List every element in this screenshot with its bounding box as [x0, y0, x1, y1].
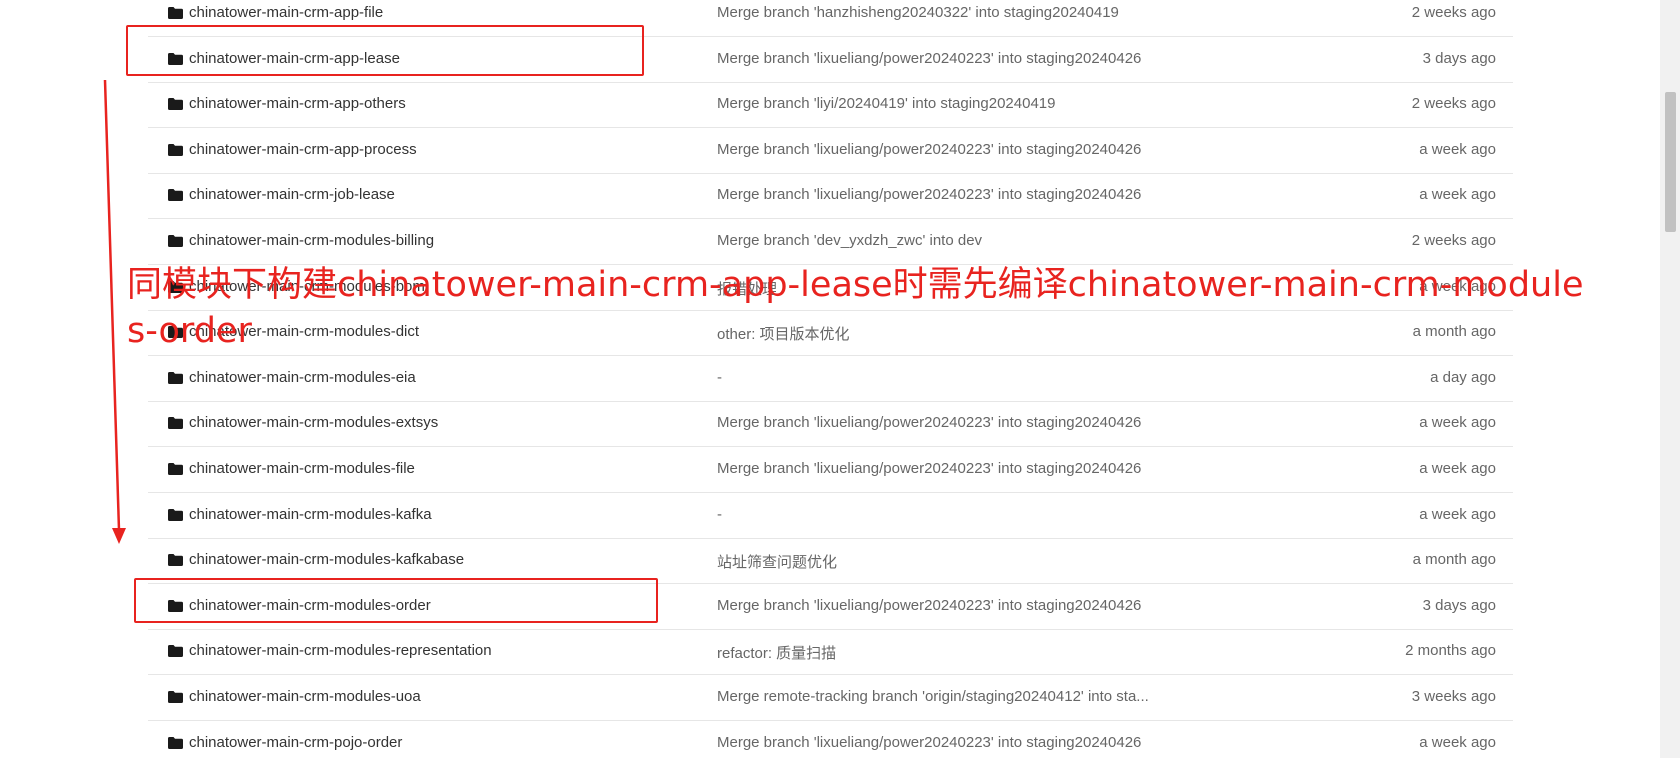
commit-age: a week ago — [1419, 505, 1496, 523]
commit-age: 2 weeks ago — [1411, 4, 1496, 21]
file-name-link[interactable]: chinatower-main-crm-modules-extsys — [189, 414, 438, 431]
commit-age: a week ago — [1419, 277, 1496, 295]
commit-message-link[interactable]: Merge branch 'lixueliang/power20240223' … — [717, 414, 1141, 431]
commit-age: a week ago — [1419, 186, 1496, 204]
file-row: chinatower-main-crm-modules-billing Merge… — [148, 220, 1513, 265]
file-row: chinatower-main-crm-modules-dict other: 项… — [148, 311, 1513, 357]
file-row: chinatower-main-crm-app-process Merge bra… — [148, 129, 1513, 174]
highlight-box-modules-order — [134, 578, 658, 623]
commit-age: 3 days ago — [1422, 596, 1496, 614]
commit-message-link[interactable]: Merge branch 'hanzhisheng20240322' into … — [717, 4, 1119, 21]
folder-icon — [168, 98, 183, 111]
folder-icon — [168, 508, 183, 521]
file-name-link[interactable]: chinatower-main-crm-job-lease — [189, 186, 395, 203]
file-row: chinatower-main-crm-pojo-order Merge bran… — [148, 722, 1513, 758]
file-name-link[interactable]: chinatower-main-crm-modules-kafkabase — [189, 551, 464, 568]
file-name-link[interactable]: chinatower-main-crm-modules-representati… — [189, 642, 492, 659]
screenshot-stage: chinatower-main-crm-app-file Merge branch… — [0, 0, 1680, 758]
commit-age: a week ago — [1419, 414, 1496, 432]
scrollbar-thumb[interactable] — [1665, 92, 1676, 232]
file-name-link[interactable]: chinatower-main-crm-app-others — [189, 95, 406, 112]
commit-age: 2 weeks ago — [1411, 95, 1496, 113]
file-name-link[interactable]: chinatower-main-crm-modules-dict — [189, 323, 419, 340]
folder-icon — [168, 143, 183, 156]
folder-icon — [168, 736, 183, 749]
commit-message-link[interactable]: Merge branch 'lixueliang/power20240223' … — [717, 460, 1141, 477]
file-row: chinatower-main-crm-modules-bom 报错处理 a wee… — [148, 266, 1513, 311]
file-row: chinatower-main-crm-modules-eia - a day ag… — [148, 357, 1513, 402]
folder-icon — [168, 691, 183, 703]
commit-age: 2 months ago — [1405, 642, 1496, 660]
commit-age: a day ago — [1430, 368, 1496, 386]
commit-age: 3 weeks ago — [1411, 688, 1496, 705]
commit-age: a week ago — [1419, 733, 1496, 751]
commit-message-link[interactable]: Merge branch 'lixueliang/power20240223' … — [717, 734, 1141, 751]
commit-message-link[interactable]: Merge branch 'dev_yxdzh_zwc' into dev — [717, 232, 982, 249]
file-row: chinatower-main-crm-modules-extsys Merge … — [148, 402, 1513, 448]
commit-message-link[interactable]: Merge branch 'lixueliang/power20240223' … — [717, 597, 1141, 614]
commit-message-link[interactable]: Merge branch 'lixueliang/power20240223' … — [717, 186, 1141, 203]
file-name-link[interactable]: chinatower-main-crm-pojo-order — [189, 734, 402, 751]
commit-message-link[interactable]: - — [717, 506, 722, 523]
file-name-link[interactable]: chinatower-main-crm-modules-eia — [189, 369, 416, 386]
file-row: chinatower-main-crm-app-others Merge bran… — [148, 83, 1513, 129]
commit-age: a week ago — [1419, 460, 1496, 477]
folder-icon — [168, 417, 183, 430]
commit-age: a week ago — [1419, 140, 1496, 158]
folder-icon — [168, 645, 183, 658]
file-row: chinatower-main-crm-modules-kafka - a week… — [148, 494, 1513, 539]
file-name-link[interactable]: chinatower-main-crm-modules-uoa — [189, 688, 421, 705]
file-name-link[interactable]: chinatower-main-crm-modules-kafka — [189, 506, 432, 523]
commit-message-link[interactable]: Merge branch 'lixueliang/power20240223' … — [717, 141, 1141, 158]
file-row: chinatower-main-crm-modules-file Merge br… — [148, 448, 1513, 493]
folder-icon — [168, 7, 183, 19]
folder-icon — [168, 326, 183, 339]
vertical-scrollbar[interactable] — [1660, 0, 1680, 758]
commit-age: 2 weeks ago — [1411, 232, 1496, 249]
commit-message-link[interactable]: 报错处理 — [717, 278, 777, 299]
file-row: chinatower-main-crm-modules-uoa Merge rem… — [148, 676, 1513, 721]
folder-icon — [168, 554, 183, 567]
file-name-link[interactable]: chinatower-main-crm-modules-billing — [189, 232, 434, 249]
commit-message-link[interactable]: Merge branch 'lixueliang/power20240223' … — [717, 50, 1141, 67]
folder-icon — [168, 280, 183, 293]
file-name-link[interactable]: chinatower-main-crm-modules-file — [189, 460, 415, 477]
file-row: chinatower-main-crm-modules-representati… — [148, 630, 1513, 676]
commit-age: a month ago — [1412, 551, 1496, 569]
folder-icon — [168, 235, 183, 247]
commit-message-link[interactable]: refactor: 质量扫描 — [717, 642, 836, 663]
folder-icon — [168, 371, 183, 384]
file-row: chinatower-main-crm-job-lease Merge branc… — [148, 174, 1513, 220]
commit-message-link[interactable]: Merge remote-tracking branch 'origin/sta… — [717, 688, 1149, 705]
commit-age: a month ago — [1412, 323, 1496, 341]
highlight-box-app-lease — [126, 25, 644, 76]
folder-icon — [168, 463, 183, 475]
file-name-link[interactable]: chinatower-main-crm-app-process — [189, 141, 417, 158]
folder-icon — [168, 189, 183, 202]
file-name-link[interactable]: chinatower-main-crm-modules-bom — [189, 278, 425, 295]
commit-message-link[interactable]: - — [717, 369, 722, 386]
commit-message-link[interactable]: other: 项目版本优化 — [717, 323, 850, 344]
file-name-link[interactable]: chinatower-main-crm-app-file — [189, 4, 383, 21]
commit-message-link[interactable]: Merge branch 'liyi/20240419' into stagin… — [717, 95, 1055, 112]
commit-age: 3 days ago — [1422, 49, 1496, 67]
commit-message-link[interactable]: 站址筛查问题优化 — [717, 551, 837, 572]
